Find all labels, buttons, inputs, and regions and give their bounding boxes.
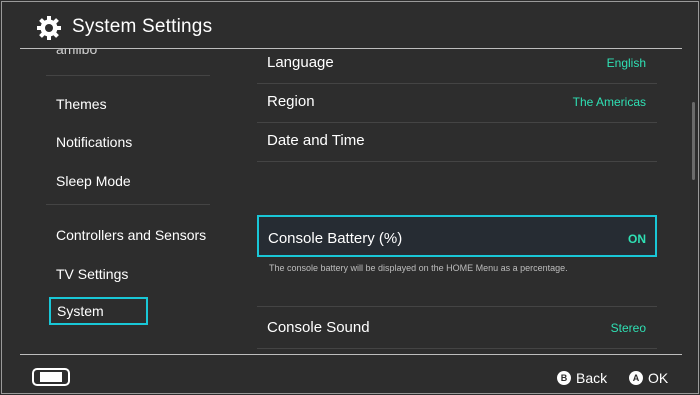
setting-date-and-time[interactable]: Date and Time xyxy=(257,124,657,162)
sidebar-item-sleep-mode[interactable]: Sleep Mode xyxy=(56,173,131,189)
back-button[interactable]: B Back xyxy=(557,369,607,386)
setting-label: Language xyxy=(267,54,334,71)
setting-value: Stereo xyxy=(610,321,646,335)
sidebar-item-notifications[interactable]: Notifications xyxy=(56,134,132,150)
setting-value: The Americas xyxy=(572,95,646,109)
row-divider xyxy=(257,83,657,84)
gear-icon xyxy=(37,16,61,40)
settings-window: System Settings amiibo Themes Notificati… xyxy=(1,1,699,394)
setting-label: Date and Time xyxy=(267,132,365,149)
console-icon xyxy=(32,368,70,386)
sidebar-divider xyxy=(46,75,210,76)
b-button-icon: B xyxy=(557,371,571,386)
setting-label: Region xyxy=(267,93,315,110)
setting-description: The console battery will be displayed on… xyxy=(269,263,568,273)
setting-label: Console Sound xyxy=(267,319,370,336)
sidebar-item-system[interactable]: System xyxy=(49,297,148,325)
sidebar-item-amiibo[interactable]: amiibo xyxy=(56,49,97,57)
row-divider xyxy=(257,161,657,162)
back-label: Back xyxy=(576,370,608,387)
footer-divider xyxy=(20,354,682,355)
sidebar-item-themes[interactable]: Themes xyxy=(56,96,107,112)
setting-value: ON xyxy=(628,232,646,246)
setting-console-battery[interactable]: Console Battery (%) ON xyxy=(257,215,657,257)
row-divider xyxy=(257,348,657,349)
sidebar-item-controllers[interactable]: Controllers and Sensors xyxy=(56,227,206,243)
sidebar: amiibo Themes Notifications Sleep Mode C… xyxy=(2,49,232,354)
ok-label: OK xyxy=(648,370,669,387)
sidebar-item-tv-settings[interactable]: TV Settings xyxy=(56,266,128,282)
a-button-icon: A xyxy=(629,371,643,386)
sidebar-divider xyxy=(46,204,210,205)
header: System Settings xyxy=(2,2,698,48)
sidebar-item-label: System xyxy=(57,303,104,319)
scrollbar[interactable] xyxy=(692,102,695,180)
row-divider xyxy=(257,122,657,123)
row-divider xyxy=(257,306,657,307)
settings-list: Language English Region The Americas Dat… xyxy=(257,49,657,354)
ok-button[interactable]: A OK xyxy=(629,369,668,386)
setting-label: Console Battery (%) xyxy=(268,230,403,247)
setting-value: English xyxy=(606,56,646,70)
page-title: System Settings xyxy=(72,16,213,37)
setting-language[interactable]: Language English xyxy=(257,49,657,84)
setting-region[interactable]: Region The Americas xyxy=(257,85,657,123)
setting-console-sound[interactable]: Console Sound Stereo xyxy=(257,311,657,349)
